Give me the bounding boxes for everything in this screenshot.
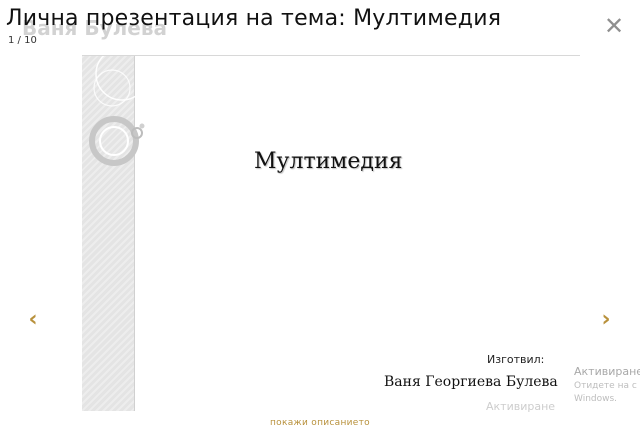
show-description-link[interactable]: покажи описанието [0, 418, 640, 428]
activation-watermark-line3: Windows. [574, 394, 618, 404]
activation-watermark: Активиране [574, 365, 640, 378]
slide-counter: 1 / 10 [8, 35, 37, 46]
close-icon[interactable]: ✕ [600, 12, 628, 40]
activation-watermark-ghost: Активиране [486, 400, 556, 413]
slide-viewer: Мултимедия Изготвил: Ваня Георгиева Буле… [82, 55, 580, 411]
author-name: Ваня Георгиева Булева [384, 374, 558, 390]
activation-watermark-line2: Отидете на с [574, 381, 637, 391]
made-by-label: Изготвил: [487, 353, 545, 366]
page-title: Лична презентация на тема: Мултимедия [6, 6, 502, 31]
decorative-rings [89, 56, 149, 166]
slide-title: Мултимедия [254, 149, 403, 174]
chevron-left-icon[interactable]: ‹ [25, 308, 41, 332]
chevron-right-icon[interactable]: › [598, 308, 614, 332]
